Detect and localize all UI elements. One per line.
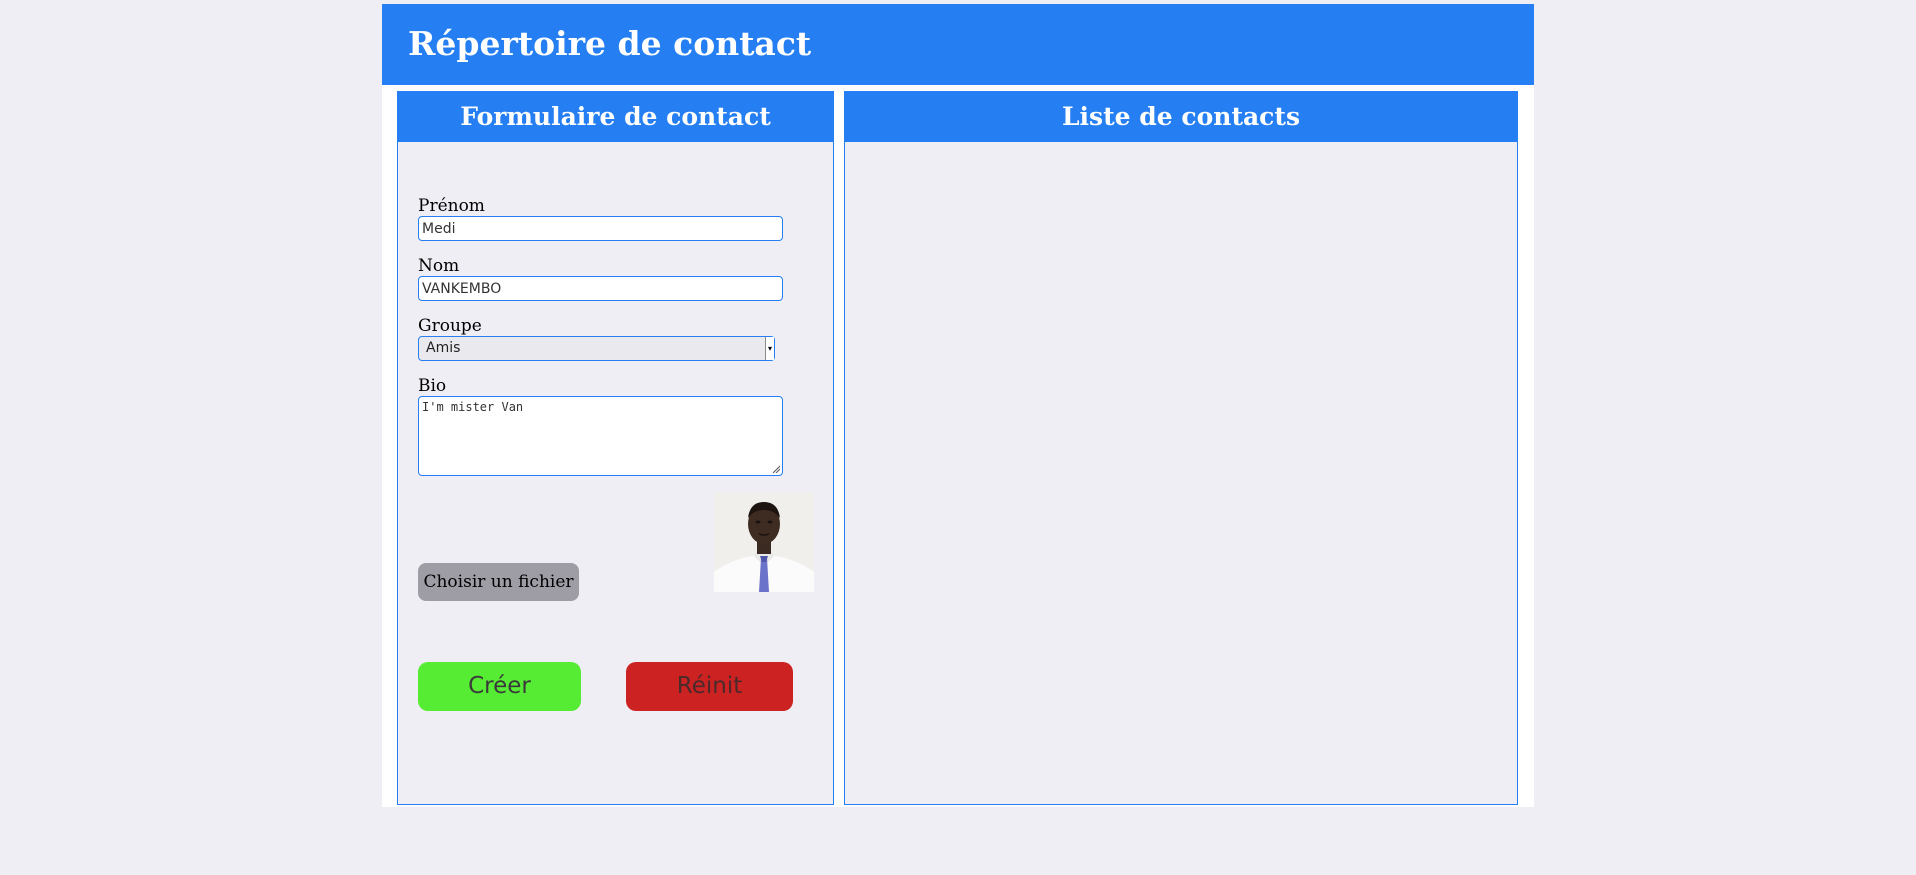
contact-photo-image [714,492,814,592]
contact-list-panel: Liste de contacts [844,91,1518,805]
resize-grip-icon[interactable] [772,465,780,473]
last-name-input[interactable] [418,276,783,301]
group-label: Groupe [418,316,482,336]
first-name-input[interactable] [418,216,783,241]
choose-file-button[interactable]: Choisir un fichier [418,563,579,601]
app-title: Répertoire de contact [408,24,812,63]
contact-form-title: Formulaire de contact [398,92,833,142]
reset-button[interactable]: Réinit [626,662,793,711]
bio-textarea[interactable]: I'm mister Van [418,396,783,476]
contact-photo [714,492,814,592]
contact-list-title: Liste de contacts [845,92,1517,142]
last-name-label: Nom [418,256,460,276]
bio-label: Bio [418,376,447,396]
group-select-value: Amis [426,340,461,356]
bio-text: I'm mister Van [422,400,524,414]
create-button[interactable]: Créer [418,662,581,711]
contact-form-panel: Formulaire de contact Prénom Nom Groupe … [397,91,834,805]
first-name-label: Prénom [418,196,485,216]
app-header: Répertoire de contact [382,4,1534,85]
dropdown-arrow-icon[interactable]: ▾ [765,337,774,360]
contact-directory-app: Répertoire de contact Formulaire de cont… [382,4,1534,807]
group-select[interactable]: Amis ▾ [418,336,775,361]
